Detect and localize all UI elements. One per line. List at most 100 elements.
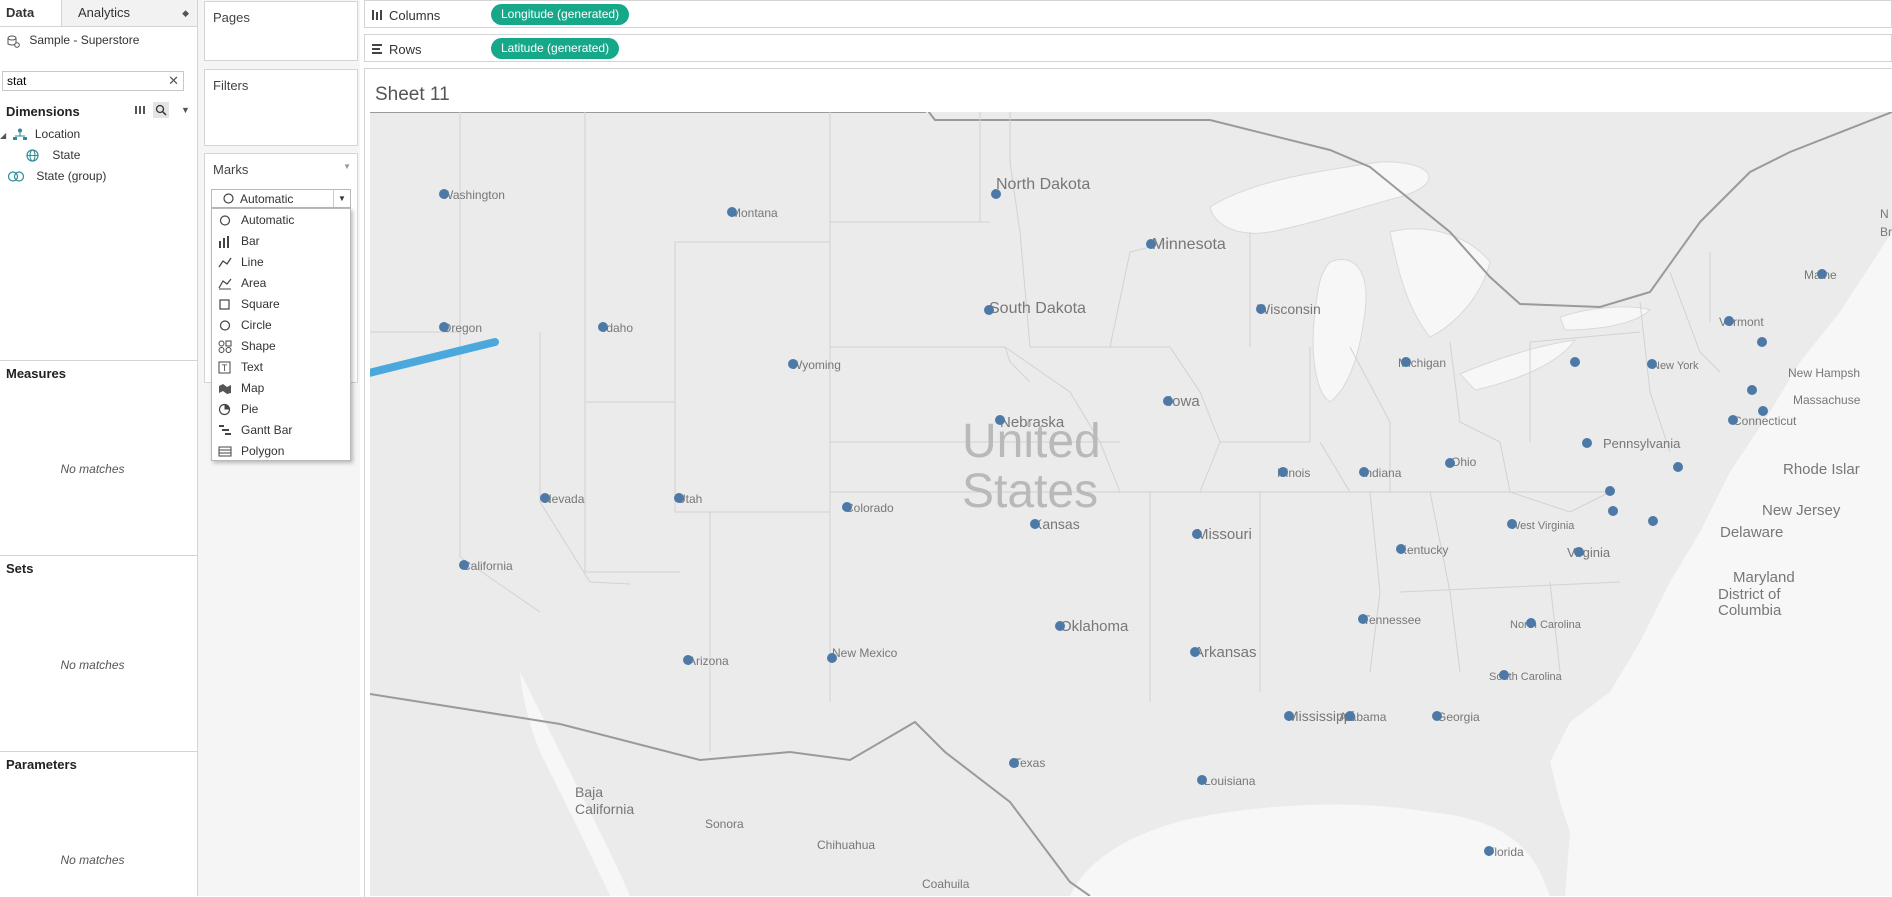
state-mark[interactable] [1030,519,1040,529]
state-mark[interactable] [1574,547,1584,557]
state-mark[interactable] [1146,239,1156,249]
state-mark[interactable] [1484,846,1494,856]
mark-option-polygon[interactable]: Polygon [212,441,350,462]
state-label: Arizona [688,654,729,668]
dimension-location[interactable]: ◢ Location [0,127,80,141]
sheet-title[interactable]: Sheet 11 [375,84,450,106]
mark-option-line[interactable]: Line [212,252,350,273]
sets-title: Sets [6,561,34,576]
text-icon: T [218,361,231,374]
state-mark[interactable] [1009,758,1019,768]
mark-option-bar[interactable]: Bar [212,231,350,252]
us-map[interactable]: WashingtonOregonCaliforniaNevadaIdahoMon… [370,112,1892,896]
state-mark[interactable] [991,189,1001,199]
state-mark[interactable] [598,322,608,332]
state-mark[interactable] [1192,529,1202,539]
view-list-icon[interactable] [134,104,148,116]
state-mark[interactable] [1445,458,1455,468]
state-mark[interactable] [1526,618,1536,628]
state-mark[interactable] [1747,385,1757,395]
state-mark[interactable] [439,322,449,332]
longitude-pill[interactable]: Longitude (generated) [491,4,630,25]
region-label: Columbia [1718,602,1782,619]
state-mark[interactable] [788,359,798,369]
map-icon [219,384,231,394]
state-mark[interactable] [1648,516,1658,526]
mark-option-gantt-bar[interactable]: Gantt Bar [212,420,350,441]
mark-option-pie[interactable]: Pie [212,399,350,420]
filters-card[interactable]: Filters [204,69,358,146]
state-mark[interactable] [1647,359,1657,369]
latitude-pill[interactable]: Latitude (generated) [491,38,620,59]
state-mark[interactable] [1673,462,1683,472]
search-input[interactable] [3,72,161,90]
state-mark[interactable] [842,502,852,512]
state-mark[interactable] [1284,711,1294,721]
state-mark[interactable] [1432,711,1442,721]
mark-option-circle[interactable]: Circle [212,315,350,336]
state-mark[interactable] [995,415,1005,425]
mark-option-area[interactable]: Area [212,273,350,294]
dimension-location-label: Location [34,127,81,141]
dimension-state-group[interactable]: State (group) [7,169,106,183]
state-mark[interactable] [1758,406,1768,416]
mark-option-map[interactable]: Map [212,378,350,399]
find-field-icon[interactable] [153,102,169,118]
field-search[interactable]: ✕ [2,71,184,91]
dimension-state[interactable]: State [26,148,80,162]
dimensions-title: Dimensions [6,104,80,119]
tab-data[interactable]: Data [0,0,62,26]
chevron-down-icon[interactable]: ▼ [333,190,350,207]
region-label: Coahuila [922,877,970,891]
mark-option-label: Text [241,360,264,374]
dimensions-menu-icon[interactable]: ▼ [181,105,190,115]
tab-analytics[interactable]: Analytics ◆ [62,0,197,26]
state-mark[interactable] [1757,337,1767,347]
region-label: Rhode Islar [1783,461,1860,478]
state-mark[interactable] [727,207,737,217]
state-mark[interactable] [1401,357,1411,367]
state-mark[interactable] [1582,438,1592,448]
state-mark[interactable] [1570,357,1580,367]
marks-menu-icon[interactable]: ▼ [343,162,351,171]
state-mark[interactable] [674,493,684,503]
state-mark[interactable] [1359,467,1369,477]
state-mark[interactable] [827,653,837,663]
state-mark[interactable] [439,189,449,199]
state-mark[interactable] [1256,304,1266,314]
state-mark[interactable] [1728,415,1738,425]
tab-menu-icon[interactable]: ◆ [182,0,189,26]
rows-shelf[interactable]: Rows Latitude (generated) [364,34,1892,62]
mark-option-automatic[interactable]: Automatic [212,210,350,231]
state-mark[interactable] [459,560,469,570]
state-mark[interactable] [1163,396,1173,406]
mark-option-shape[interactable]: Shape [212,336,350,357]
state-mark[interactable] [1345,711,1355,721]
pages-card[interactable]: Pages [204,1,358,61]
state-mark[interactable] [1190,647,1200,657]
state-mark[interactable] [1507,519,1517,529]
state-mark[interactable] [984,305,994,315]
clear-search-icon[interactable]: ✕ [168,73,179,89]
mark-option-square[interactable]: Square [212,294,350,315]
state-mark[interactable] [1055,621,1065,631]
mark-type-dropdown[interactable]: Automatic ▼ [211,189,351,208]
globe-icon [26,149,39,162]
state-mark[interactable] [540,493,550,503]
state-mark[interactable] [1817,269,1827,279]
state-mark[interactable] [1197,775,1207,785]
state-mark[interactable] [1396,544,1406,554]
state-mark[interactable] [1358,614,1368,624]
state-mark[interactable] [1605,486,1615,496]
state-mark[interactable] [1278,467,1288,477]
mark-option-text[interactable]: T Text [212,357,350,378]
map-view[interactable]: Washington Oregon California Nevada Idaho Mon… [370,112,1892,896]
datasource-item[interactable]: Sample - Superstore [6,33,139,48]
state-mark[interactable] [1608,506,1618,516]
state-mark[interactable] [1499,670,1509,680]
dimension-state-label: State [52,148,81,162]
state-mark[interactable] [683,655,693,665]
state-mark[interactable] [1724,316,1734,326]
columns-shelf[interactable]: Columns Longitude (generated) [364,0,1892,28]
collapse-arrow-icon[interactable]: ◢ [0,131,6,140]
